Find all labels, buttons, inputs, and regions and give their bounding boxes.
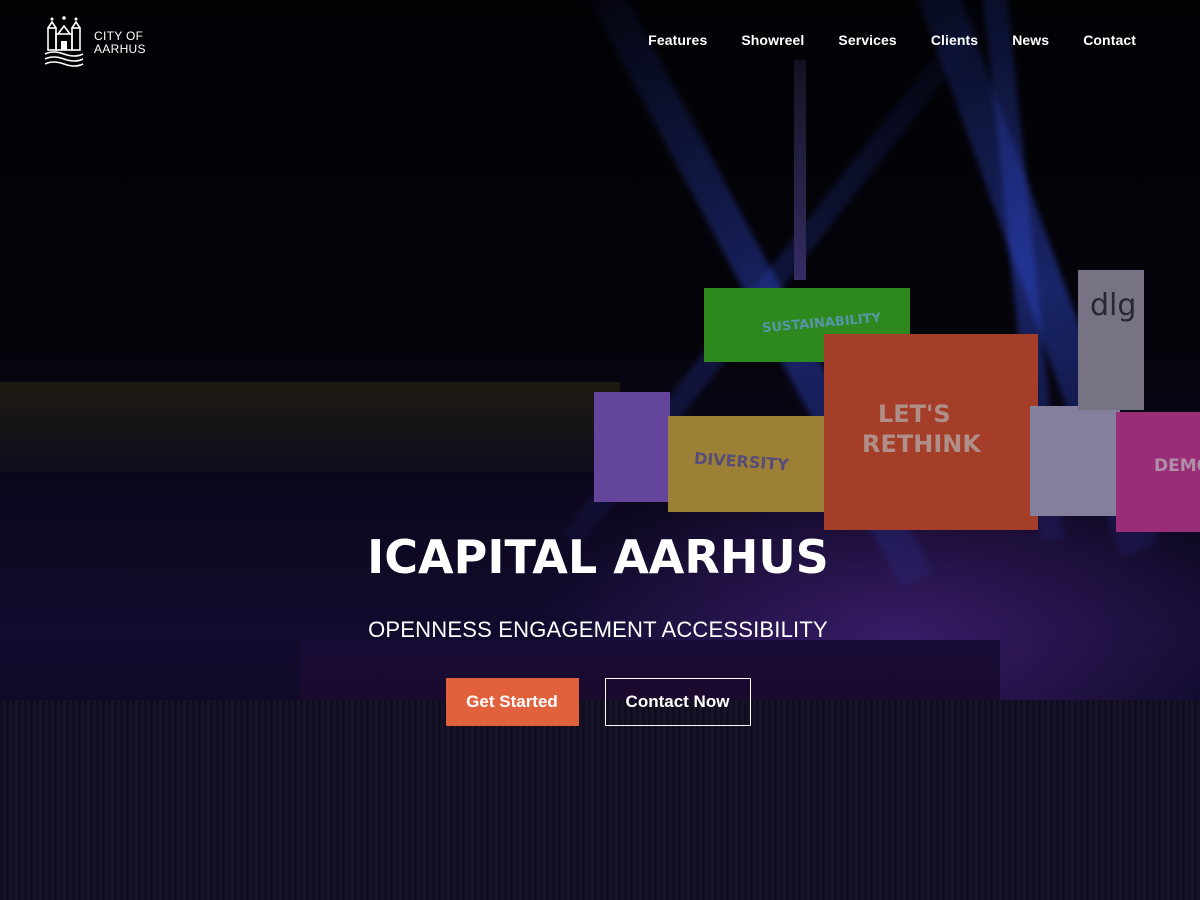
logo-line-2: AARHUS — [94, 42, 146, 56]
nav-services[interactable]: Services — [838, 32, 896, 48]
get-started-button[interactable]: Get Started — [445, 678, 579, 726]
contact-now-button[interactable]: Contact Now — [604, 678, 751, 726]
site-logo[interactable]: CITY OF AARHUS — [42, 14, 146, 72]
main-nav: Features Showreel Services Clients News … — [648, 32, 1136, 48]
nav-clients[interactable]: Clients — [931, 32, 978, 48]
hero-section: SUSTAINABILITY DIVERSITY LET'S RETHINK d… — [0, 0, 1200, 900]
hero-title: ICAPITAL AARHUS — [367, 530, 829, 584]
hero-subtitle: OPENNESS ENGAGEMENT ACCESSIBILITY — [368, 617, 828, 642]
nav-showreel[interactable]: Showreel — [741, 32, 804, 48]
nav-features[interactable]: Features — [648, 32, 707, 48]
hero-actions: Get Started Contact Now — [0, 678, 1196, 726]
dark-overlay — [0, 0, 1200, 900]
nav-news[interactable]: News — [1012, 32, 1049, 48]
logo-wordmark: CITY OF AARHUS — [94, 30, 146, 56]
nav-contact[interactable]: Contact — [1083, 32, 1136, 48]
city-of-aarhus-crest-icon — [44, 16, 84, 67]
